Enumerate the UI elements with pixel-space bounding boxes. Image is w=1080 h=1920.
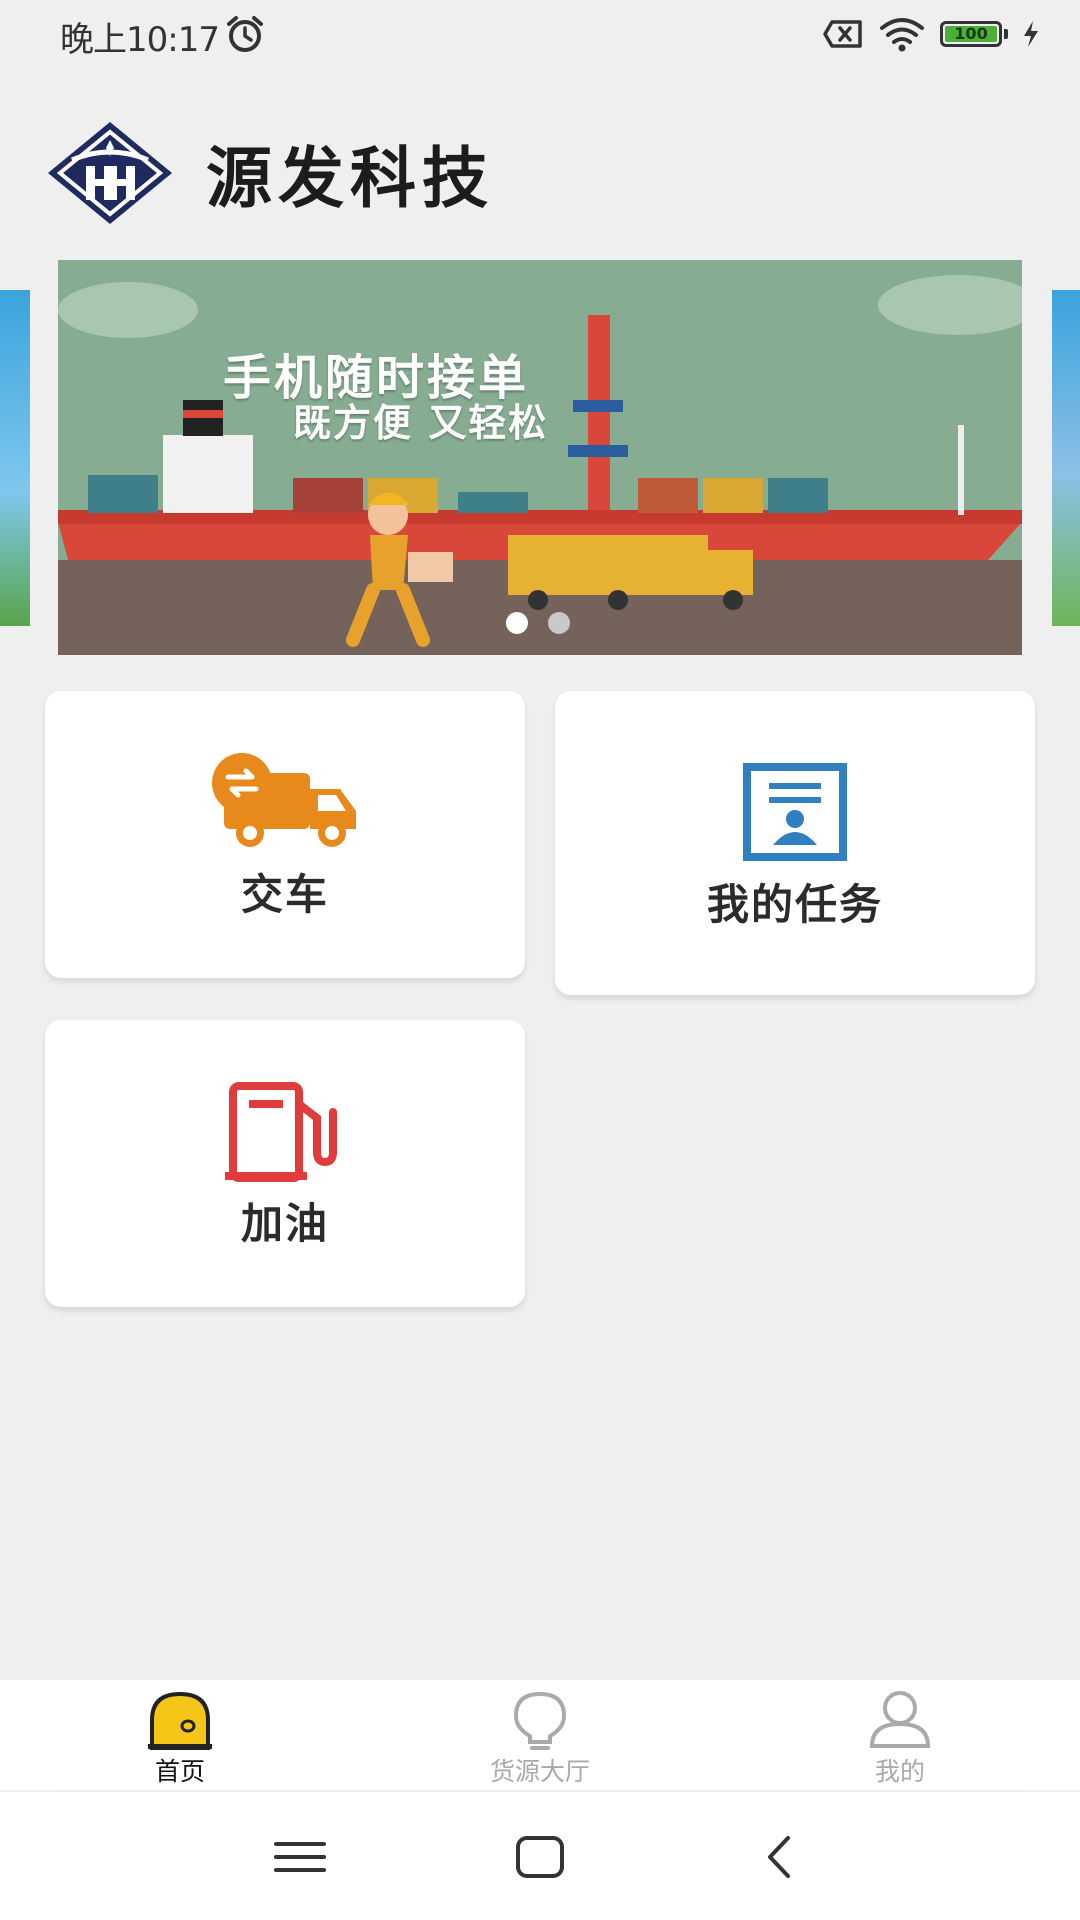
my-tasks-label: 我的任务 [706, 880, 883, 929]
banner-carousel[interactable]: 手机随时接单 既方便 又轻松 [58, 260, 1022, 655]
back-icon[interactable] [750, 1832, 810, 1882]
banner-prev-peek[interactable] [0, 290, 30, 626]
nav-mine-label: 我的 [874, 1757, 925, 1786]
alarm-icon [227, 16, 263, 52]
fuel-pump-icon [225, 1082, 337, 1182]
banner-subtitle: 既方便 又轻松 [293, 401, 549, 445]
lightbulb-icon [513, 1691, 567, 1750]
brand-header: 源发科技 [44, 118, 494, 228]
task-document-icon [743, 763, 847, 861]
nav-home[interactable]: 首页 [80, 1680, 280, 1790]
handover-card[interactable]: 交车 [45, 691, 525, 978]
carousel-dot-1[interactable] [506, 612, 528, 634]
carousel-dot-2[interactable] [548, 612, 570, 634]
battery-level: 100 [945, 26, 997, 42]
charging-icon [1024, 21, 1038, 47]
wifi-icon [880, 18, 924, 52]
nav-cargo-hall[interactable]: 货源大厅 [440, 1680, 640, 1790]
home-icon [148, 1691, 212, 1750]
sim-none-icon [823, 20, 862, 48]
company-logo-icon [48, 122, 172, 224]
status-bar: 晚上10:17 100 [0, 0, 1080, 66]
battery-icon: 100 [940, 21, 1008, 47]
bottom-nav: 首页 货源大厅 我的 [0, 1680, 1080, 1790]
my-tasks-card[interactable]: 我的任务 [555, 691, 1035, 995]
refuel-card[interactable]: 加油 [45, 1020, 525, 1307]
home-square-icon[interactable] [510, 1832, 570, 1882]
truck-exchange-icon [212, 753, 356, 847]
system-nav-bar [0, 1792, 1080, 1920]
brand-name: 源发科技 [206, 140, 494, 217]
status-time: 晚上10:17 [60, 20, 220, 60]
banner-illustration [58, 260, 1022, 655]
nav-cargo-hall-label: 货源大厅 [489, 1757, 590, 1786]
handover-label: 交车 [240, 870, 329, 919]
carousel-indicator [506, 612, 570, 634]
user-icon [869, 1691, 931, 1748]
refuel-label: 加油 [240, 1199, 329, 1248]
banner-next-peek[interactable] [1052, 290, 1080, 626]
menu-icon[interactable] [270, 1832, 330, 1882]
status-icons: 100 [822, 16, 1040, 52]
nav-mine[interactable]: 我的 [800, 1680, 1000, 1790]
nav-home-label: 首页 [154, 1757, 205, 1786]
